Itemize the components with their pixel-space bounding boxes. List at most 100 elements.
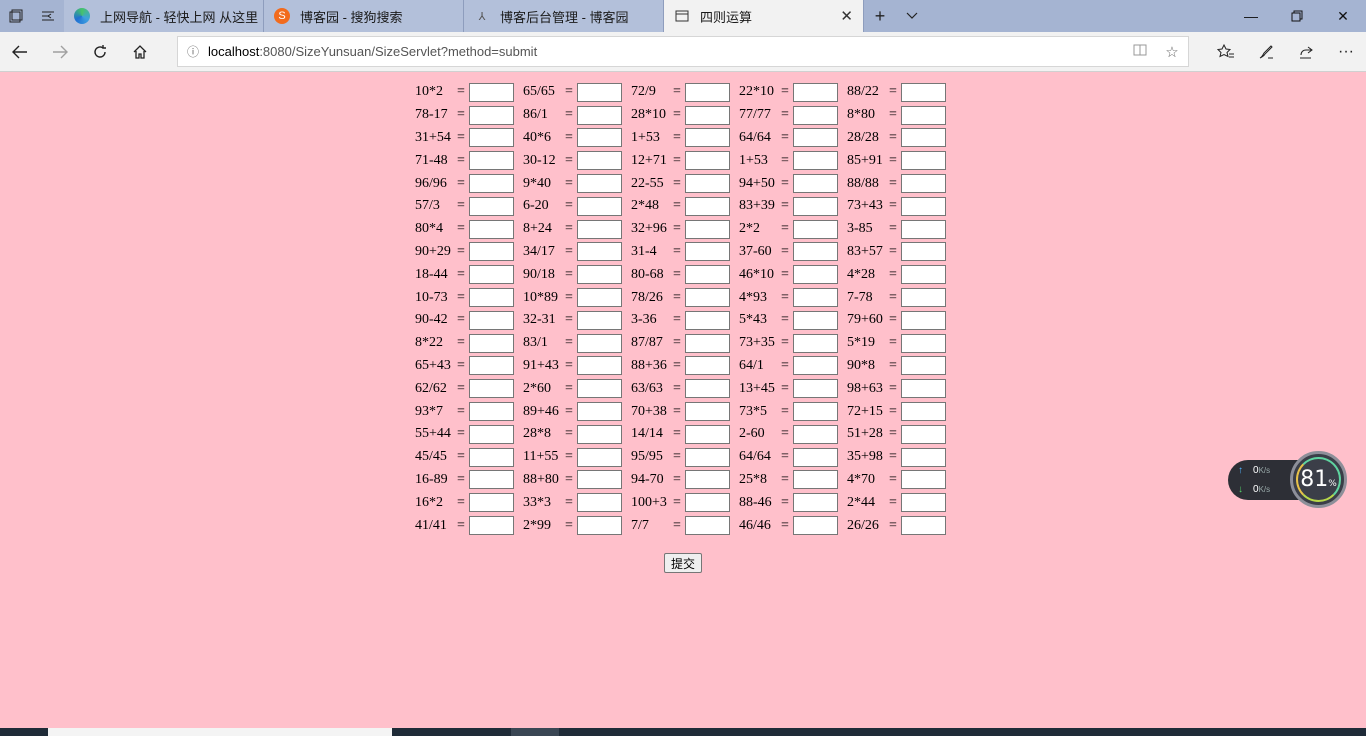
tab-preview-chevron-icon[interactable]	[896, 0, 928, 32]
answer-input[interactable]	[793, 493, 838, 513]
answer-input[interactable]	[901, 516, 946, 536]
answer-input[interactable]	[793, 379, 838, 399]
answer-input[interactable]	[793, 424, 838, 444]
answer-input[interactable]	[577, 265, 622, 285]
answer-input[interactable]	[577, 151, 622, 171]
answer-input[interactable]	[793, 333, 838, 353]
answer-input[interactable]	[901, 493, 946, 513]
answer-input[interactable]	[685, 265, 730, 285]
answer-input[interactable]	[577, 424, 622, 444]
answer-input[interactable]	[901, 151, 946, 171]
answer-input[interactable]	[901, 128, 946, 148]
answer-input[interactable]	[577, 516, 622, 536]
answer-input[interactable]	[901, 174, 946, 194]
answer-input[interactable]	[577, 105, 622, 125]
answer-input[interactable]	[469, 196, 514, 216]
answer-input[interactable]	[793, 242, 838, 262]
answer-input[interactable]	[901, 470, 946, 490]
answer-input[interactable]	[685, 333, 730, 353]
answer-input[interactable]	[793, 82, 838, 102]
answer-input[interactable]	[793, 402, 838, 422]
share-icon[interactable]	[1286, 32, 1326, 72]
refresh-button[interactable]	[80, 32, 120, 72]
answer-input[interactable]	[469, 219, 514, 239]
answer-input[interactable]	[577, 470, 622, 490]
answer-input[interactable]	[685, 151, 730, 171]
answer-input[interactable]	[469, 242, 514, 262]
answer-input[interactable]	[901, 288, 946, 308]
tab-2[interactable]: S 博客园 - 搜狗搜索	[264, 0, 464, 32]
answer-input[interactable]	[469, 424, 514, 444]
answer-input[interactable]	[577, 128, 622, 148]
answer-input[interactable]	[793, 105, 838, 125]
home-button[interactable]	[120, 32, 160, 72]
answer-input[interactable]	[901, 356, 946, 376]
answer-input[interactable]	[901, 402, 946, 422]
answer-input[interactable]	[793, 196, 838, 216]
answer-input[interactable]	[577, 219, 622, 239]
favorite-star-icon[interactable]: ☆	[1156, 43, 1188, 61]
answer-input[interactable]	[901, 447, 946, 467]
answer-input[interactable]	[685, 356, 730, 376]
set-tabs-aside-icon[interactable]	[32, 0, 64, 32]
answer-input[interactable]	[793, 516, 838, 536]
reading-view-icon[interactable]	[1124, 43, 1156, 61]
answer-input[interactable]	[685, 219, 730, 239]
answer-input[interactable]	[901, 82, 946, 102]
answer-input[interactable]	[577, 288, 622, 308]
answer-input[interactable]	[469, 310, 514, 330]
answer-input[interactable]	[901, 105, 946, 125]
answer-input[interactable]	[901, 196, 946, 216]
answer-input[interactable]	[469, 105, 514, 125]
answer-input[interactable]	[469, 151, 514, 171]
answer-input[interactable]	[793, 151, 838, 171]
answer-input[interactable]	[685, 174, 730, 194]
answer-input[interactable]	[469, 379, 514, 399]
answer-input[interactable]	[685, 424, 730, 444]
answer-input[interactable]	[469, 516, 514, 536]
answer-input[interactable]	[685, 402, 730, 422]
answer-input[interactable]	[901, 310, 946, 330]
answer-input[interactable]	[793, 265, 838, 285]
answer-input[interactable]	[685, 128, 730, 148]
answer-input[interactable]	[469, 470, 514, 490]
answer-input[interactable]	[469, 82, 514, 102]
tab-3[interactable]: ⅄ 博客后台管理 - 博客园	[464, 0, 664, 32]
more-menu-icon[interactable]: ···	[1326, 32, 1366, 72]
back-button[interactable]	[0, 32, 40, 72]
taskbar-search-box[interactable]	[48, 728, 392, 736]
answer-input[interactable]	[469, 288, 514, 308]
tab-manager-icon[interactable]	[0, 0, 32, 32]
answer-input[interactable]	[469, 402, 514, 422]
answer-input[interactable]	[685, 105, 730, 125]
answer-input[interactable]	[469, 174, 514, 194]
answer-input[interactable]	[577, 402, 622, 422]
answer-input[interactable]	[577, 242, 622, 262]
memory-usage-gauge[interactable]: 81%	[1290, 451, 1347, 508]
forward-button[interactable]	[40, 32, 80, 72]
answer-input[interactable]	[577, 82, 622, 102]
answer-input[interactable]	[469, 493, 514, 513]
answer-input[interactable]	[685, 516, 730, 536]
answer-input[interactable]	[685, 82, 730, 102]
answer-input[interactable]	[685, 288, 730, 308]
answer-input[interactable]	[469, 356, 514, 376]
answer-input[interactable]	[577, 379, 622, 399]
close-window-icon[interactable]: ✕	[1320, 0, 1366, 32]
submit-button[interactable]: 提交	[664, 553, 702, 573]
answer-input[interactable]	[685, 470, 730, 490]
tab-1[interactable]: 上网导航 - 轻快上网 从这里	[64, 0, 264, 32]
answer-input[interactable]	[469, 447, 514, 467]
answer-input[interactable]	[685, 447, 730, 467]
answer-input[interactable]	[793, 219, 838, 239]
web-note-icon[interactable]	[1246, 32, 1286, 72]
answer-input[interactable]	[901, 265, 946, 285]
answer-input[interactable]	[577, 310, 622, 330]
answer-input[interactable]	[901, 424, 946, 444]
answer-input[interactable]	[469, 333, 514, 353]
answer-input[interactable]	[793, 128, 838, 148]
site-info-icon[interactable]: ⓘ	[178, 43, 208, 60]
answer-input[interactable]	[577, 447, 622, 467]
answer-input[interactable]	[901, 242, 946, 262]
answer-input[interactable]	[577, 493, 622, 513]
